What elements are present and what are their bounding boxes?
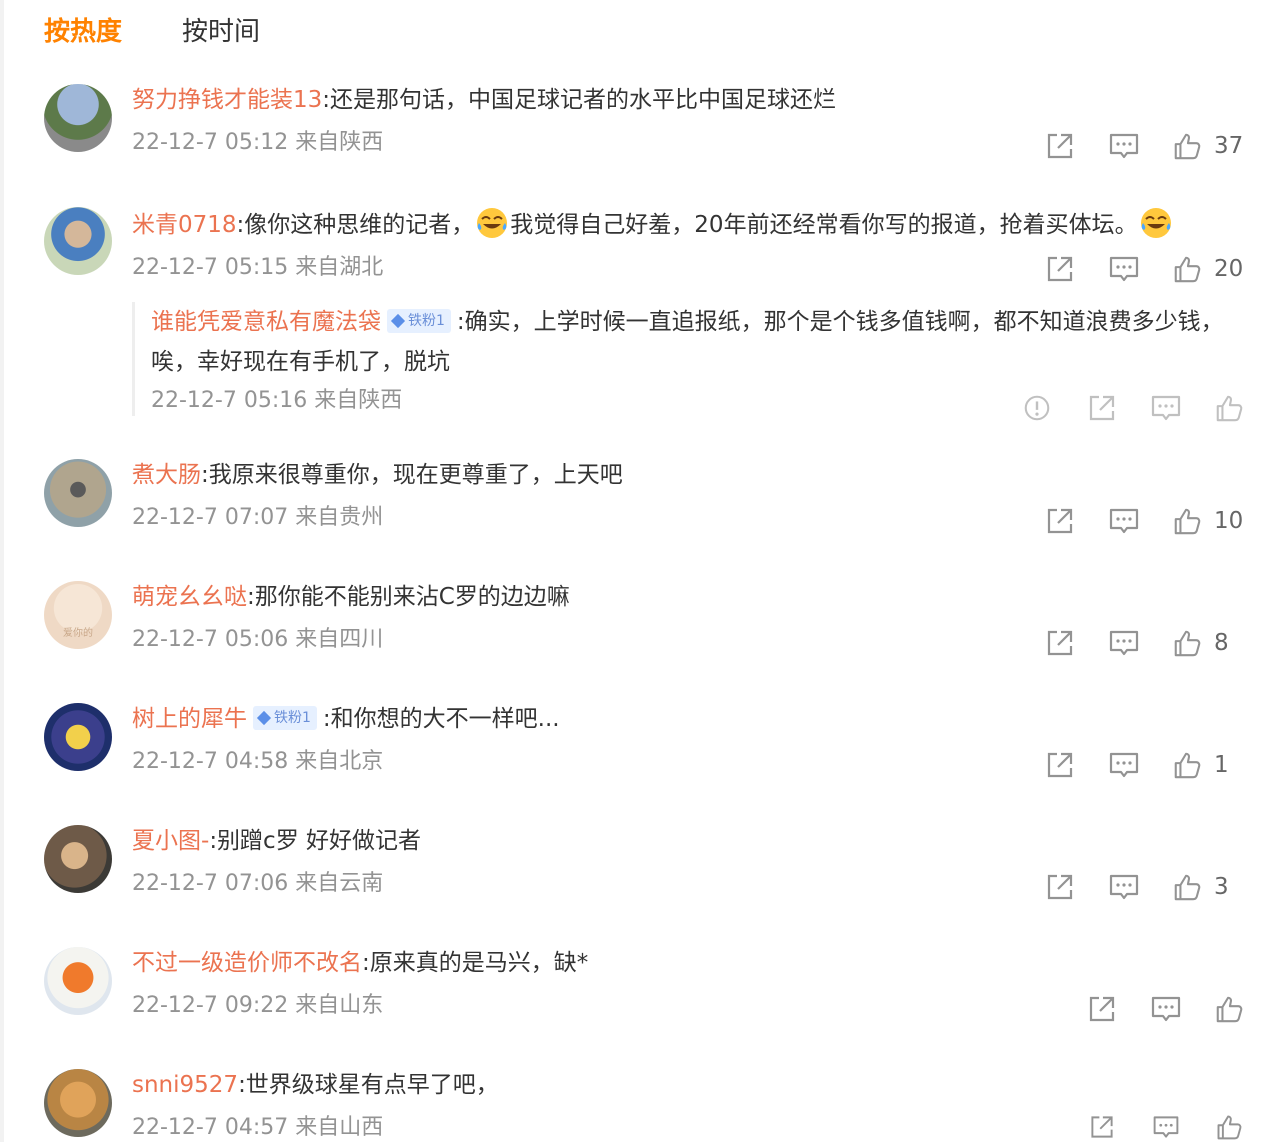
username[interactable]: 夏小图-: [132, 828, 209, 854]
avatar[interactable]: [44, 1069, 112, 1137]
comment-text: 萌宠幺幺哒:那你能不能别来沾C罗的边边嘛: [132, 581, 1244, 613]
like-count: 8: [1214, 630, 1229, 656]
avatar[interactable]: [44, 825, 112, 893]
comment-icon[interactable]: [1150, 1113, 1182, 1141]
comment-content: :我原来很尊重你，现在更尊重了，上天吧: [201, 462, 623, 488]
comment-content: :和你想的大不一样吧...: [322, 706, 560, 732]
comment-text: 米青0718:像你这种思维的记者， 我觉得自己好羞，20年前还经常看你写的报道，抢…: [132, 207, 1244, 241]
like-count: 1: [1214, 752, 1229, 778]
comment-icon[interactable]: [1108, 749, 1140, 781]
share-icon[interactable]: [1086, 392, 1118, 424]
comment-content: :那你能不能别来沾C罗的边边嘛: [247, 584, 570, 610]
like-button[interactable]: 3: [1172, 872, 1244, 902]
share-icon[interactable]: [1044, 130, 1076, 162]
avatar[interactable]: [44, 207, 112, 275]
comment-actions: 1: [1044, 749, 1244, 781]
comment-text: snni9527:世界级球星有点早了吧，: [132, 1069, 1244, 1101]
avatar[interactable]: [44, 459, 112, 527]
like-count: 37: [1214, 133, 1244, 159]
share-icon[interactable]: [1044, 505, 1076, 537]
comment-content: 我觉得自己好羞，20年前还经常看你写的报道，抢着买体坛。: [510, 212, 1138, 238]
tab-by-popularity[interactable]: 按热度: [44, 14, 122, 50]
thumbs-up-icon: [1172, 628, 1202, 658]
comment-meta: 22-12-7 04:57 来自山西: [132, 1115, 384, 1140]
comment-icon[interactable]: [1108, 253, 1140, 285]
diamond-icon: [256, 710, 272, 726]
like-button[interactable]: [1214, 1113, 1244, 1141]
report-icon[interactable]: [1022, 393, 1052, 423]
share-icon[interactable]: [1044, 253, 1076, 285]
like-count: 10: [1214, 508, 1244, 534]
username[interactable]: 萌宠幺幺哒: [132, 584, 247, 610]
share-icon[interactable]: [1044, 749, 1076, 781]
comment-icon[interactable]: [1108, 130, 1140, 162]
like-button[interactable]: 37: [1172, 131, 1244, 161]
username[interactable]: 米青0718: [132, 212, 237, 238]
avatar[interactable]: 爱你的: [44, 581, 112, 649]
like-count: 3: [1214, 874, 1229, 900]
sort-tabs: 按热度 按时间: [44, 14, 260, 50]
comment-icon[interactable]: [1150, 392, 1182, 424]
comment-content: :还是那句话，中国足球记者的水平比中国足球还烂: [322, 87, 837, 113]
avatar[interactable]: [44, 84, 112, 152]
share-icon[interactable]: [1044, 871, 1076, 903]
thumbs-up-icon: [1172, 506, 1202, 536]
share-icon[interactable]: [1086, 1113, 1118, 1141]
share-icon[interactable]: [1086, 993, 1118, 1025]
thumbs-up-icon: [1172, 872, 1202, 902]
avatar[interactable]: [44, 947, 112, 1015]
comment-text: 树上的犀牛 铁粉1:和你想的大不一样吧...: [132, 703, 1244, 735]
comment-text: 夏小图-:别蹭c罗 好好做记者: [132, 825, 1244, 857]
laugh-cry-emoji-icon: [477, 208, 508, 238]
comment-content: :世界级球星有点早了吧，: [238, 1072, 499, 1098]
comment-actions: 3: [1044, 871, 1244, 903]
avatar[interactable]: [44, 703, 112, 771]
reply-text: 谁能凭爱意私有魔法袋 铁粉1:确实，上学时候一直追报纸，那个是个钱多值钱啊，都不知…: [151, 302, 1244, 382]
comment-meta: 22-12-7 09:22 来自山东: [132, 993, 384, 1018]
comment-icon[interactable]: [1150, 993, 1182, 1025]
comment-text: 努力挣钱才能装13:还是那句话，中国足球记者的水平比中国足球还烂: [132, 84, 1244, 116]
comment-content: :像你这种思维的记者，: [236, 212, 475, 238]
comment-actions: [1086, 993, 1244, 1025]
comment-icon[interactable]: [1108, 871, 1140, 903]
username[interactable]: 树上的犀牛: [132, 706, 247, 732]
username[interactable]: snni9527: [132, 1072, 238, 1098]
fan-badge: 铁粉1: [253, 706, 317, 730]
fan-badge: 铁粉1: [387, 309, 451, 333]
comment-actions: [1086, 1113, 1244, 1141]
share-icon[interactable]: [1044, 627, 1076, 659]
comment-icon[interactable]: [1108, 505, 1140, 537]
like-count: 20: [1214, 256, 1244, 282]
comment-icon[interactable]: [1108, 627, 1140, 659]
comment-actions: 20: [1044, 253, 1244, 285]
username[interactable]: 努力挣钱才能装13: [132, 87, 322, 113]
comment-text: 不过一级造价师不改名:原来真的是马兴，缺*: [132, 947, 1244, 979]
laugh-cry-emoji-icon: [1140, 208, 1171, 238]
comment-text: 煮大肠:我原来很尊重你，现在更尊重了，上天吧: [132, 459, 1244, 491]
comment-actions: 37: [1044, 130, 1244, 162]
comment-actions: 10: [1044, 505, 1244, 537]
like-button[interactable]: 8: [1172, 628, 1244, 658]
username[interactable]: 谁能凭爱意私有魔法袋: [151, 309, 381, 335]
username[interactable]: 不过一级造价师不改名: [132, 950, 362, 976]
username[interactable]: 煮大肠: [132, 462, 201, 488]
comment-content: :原来真的是马兴，缺*: [362, 950, 589, 976]
like-button[interactable]: 10: [1172, 506, 1244, 536]
thumbs-up-icon: [1172, 254, 1202, 284]
reply-actions: [1022, 392, 1244, 424]
like-button[interactable]: 1: [1172, 750, 1244, 780]
tab-by-time[interactable]: 按时间: [182, 14, 260, 50]
thumbs-up-icon[interactable]: [1214, 393, 1244, 423]
comment-content: :别蹭c罗 好好做记者: [209, 828, 422, 854]
thumbs-up-icon: [1214, 994, 1244, 1024]
like-button[interactable]: 20: [1172, 254, 1244, 284]
diamond-icon: [390, 313, 406, 329]
thumbs-up-icon: [1172, 131, 1202, 161]
thumbs-up-icon: [1214, 1113, 1244, 1141]
comment-actions: 8: [1044, 627, 1244, 659]
left-divider: [0, 0, 4, 1142]
thumbs-up-icon: [1172, 750, 1202, 780]
like-button[interactable]: [1214, 994, 1244, 1024]
